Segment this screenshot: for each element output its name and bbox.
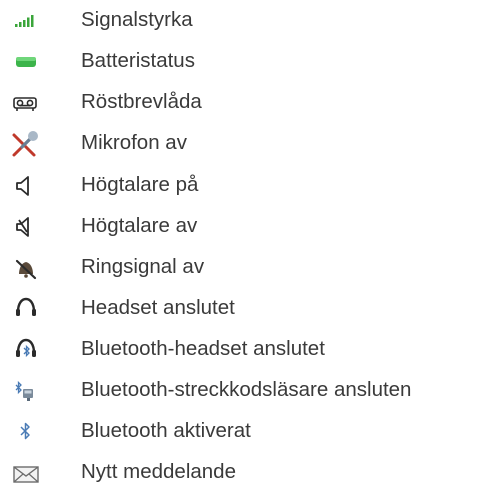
legend-row-ringer-off: Ringsignal av [0, 247, 497, 287]
bluetooth-scanner-icon [8, 370, 48, 410]
legend-row-headset: Headset anslutet [0, 288, 497, 328]
legend-label: Nytt meddelande [81, 460, 236, 483]
legend-row-speaker-on: Högtalare på [0, 165, 497, 205]
legend-label: Bluetooth-headset anslutet [81, 337, 325, 360]
legend-row-bluetooth: Bluetooth aktiverat [0, 411, 497, 451]
legend-label: Högtalare på [81, 173, 199, 196]
new-message-icon [8, 452, 48, 492]
legend-row-voicemail: Röstbrevlåda [0, 82, 497, 122]
speaker-off-icon [8, 206, 48, 246]
signal-strength-icon [8, 0, 48, 40]
speaker-on-icon [8, 165, 48, 205]
legend-label: Ringsignal av [81, 255, 205, 278]
legend-row-bluetooth-scanner: Bluetooth-streckkodsläsare ansluten [0, 370, 497, 410]
voicemail-icon [8, 82, 48, 122]
legend-label: Headset anslutet [81, 296, 235, 319]
legend-row-new-message: Nytt meddelande [0, 452, 497, 492]
bluetooth-headset-icon [8, 329, 48, 369]
headset-icon [8, 288, 48, 328]
legend-label: Röstbrevlåda [81, 90, 202, 113]
legend-row-signal-strength: Signalstyrka [0, 0, 497, 40]
legend-label: Bluetooth-streckkodsläsare ansluten [81, 378, 412, 401]
bluetooth-icon [8, 411, 48, 451]
legend-row-bluetooth-headset: Bluetooth-headset anslutet [0, 329, 497, 369]
legend-label: Signalstyrka [81, 8, 193, 31]
legend-label: Mikrofon av [81, 131, 187, 154]
legend-label: Batteristatus [81, 49, 195, 72]
battery-icon [8, 41, 48, 81]
legend-label: Högtalare av [81, 214, 198, 237]
legend-label: Bluetooth aktiverat [81, 419, 251, 442]
microphone-off-icon [8, 123, 48, 163]
legend-row-speaker-off: Högtalare av [0, 206, 497, 246]
legend-row-battery: Batteristatus [0, 41, 497, 81]
legend-row-microphone-off: Mikrofon av [0, 123, 497, 163]
ringer-off-icon [8, 247, 48, 287]
